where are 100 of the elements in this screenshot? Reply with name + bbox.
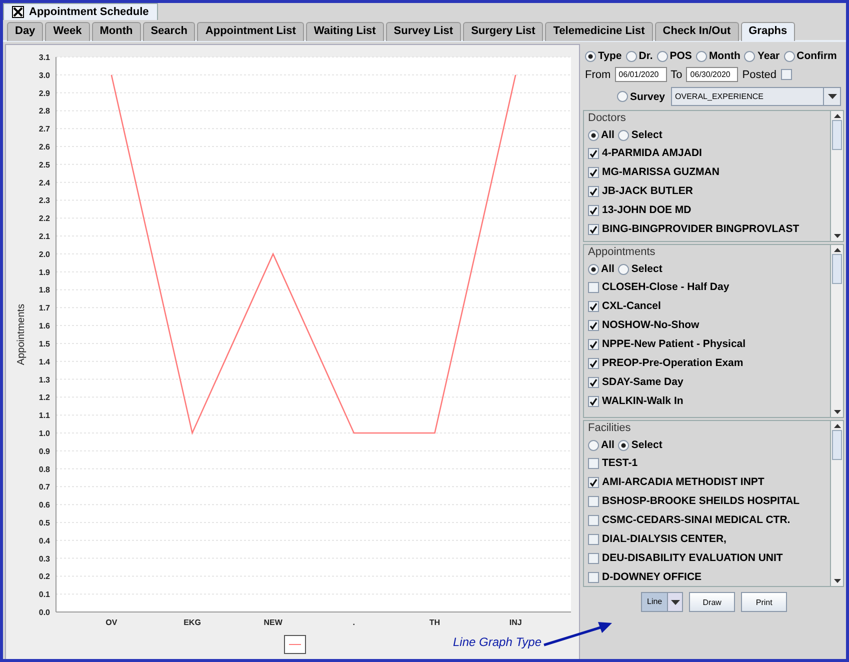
scrollbar-thumb[interactable] xyxy=(832,254,842,284)
y-tick-label: 1.2 xyxy=(38,393,50,402)
x-tick-label: TH xyxy=(429,618,440,627)
y-tick-label: 0.7 xyxy=(38,482,50,492)
graph-type-dropdown[interactable]: Line xyxy=(641,592,684,612)
action-button[interactable]: Draw xyxy=(689,592,736,612)
to-date-field[interactable]: 06/30/2020 xyxy=(686,67,738,82)
y-tick-label: 1.3 xyxy=(38,375,50,384)
checkmark-icon xyxy=(589,378,598,386)
y-tick-label: 2.6 xyxy=(38,142,50,152)
radio-button[interactable]: Select xyxy=(618,439,662,451)
y-tick-label: 1.4 xyxy=(38,357,50,366)
checkbox-item[interactable]: PREOP-Pre-Operation Exam xyxy=(588,356,826,370)
list-title: Appointments xyxy=(588,246,656,258)
action-button[interactable]: Print xyxy=(741,592,788,612)
from-label: From xyxy=(585,68,611,80)
scroll-up-icon[interactable] xyxy=(834,424,840,428)
tab[interactable]: Telemedicine List xyxy=(545,22,653,41)
checkbox-item[interactable]: BSHOSP-BROOKE SHEILDS HOSPITAL xyxy=(588,494,826,508)
y-tick-label: 1.5 xyxy=(38,339,50,348)
scrollbar[interactable] xyxy=(830,421,843,586)
close-icon[interactable] xyxy=(12,6,24,18)
checkbox-item[interactable]: NOSHOW-No-Show xyxy=(588,318,826,332)
checkmark-icon xyxy=(589,186,598,196)
annotation-arrow xyxy=(542,619,614,649)
checkmark-icon xyxy=(589,148,598,158)
checkbox-item[interactable]: D-DOWNEY OFFICE xyxy=(588,570,826,584)
tab[interactable]: Surgery List xyxy=(463,22,544,41)
radio-button[interactable]: Month xyxy=(696,50,740,62)
scrollbar[interactable] xyxy=(830,245,843,417)
x-tick-label: EKG xyxy=(184,618,201,627)
tab[interactable]: Week xyxy=(45,22,90,41)
tab[interactable]: Check In/Out xyxy=(654,22,739,41)
scrollbar[interactable] xyxy=(830,111,843,241)
y-tick-label: 2.3 xyxy=(38,196,50,206)
x-tick-label: OV xyxy=(106,618,118,627)
checkmark-icon xyxy=(589,396,598,406)
dropdown-caret-icon[interactable] xyxy=(667,593,682,611)
radio-button[interactable]: Type xyxy=(585,50,622,62)
checkbox-item[interactable]: SDAY-Same Day xyxy=(588,375,826,389)
checkbox-item[interactable]: CSMC-CEDARS-SINAI MEDICAL CTR. xyxy=(588,513,826,527)
checkbox-item[interactable]: DIAL-DIALYSIS CENTER, xyxy=(588,532,826,546)
y-tick-label: 3.0 xyxy=(38,70,50,80)
y-tick-label: 1.0 xyxy=(38,428,50,438)
scrollbar-thumb[interactable] xyxy=(832,430,842,460)
tab[interactable]: Graphs xyxy=(740,22,796,41)
scroll-down-icon[interactable] xyxy=(834,579,840,583)
y-tick-label: 1.8 xyxy=(38,286,50,295)
checkbox-item[interactable]: DEU-DISABILITY EVALUATION UNIT xyxy=(588,551,826,565)
radio-button[interactable]: All xyxy=(588,263,614,275)
checkbox-item[interactable]: 13-JOHN DOE MD xyxy=(588,203,826,217)
radio-button[interactable]: Confirm xyxy=(784,50,837,62)
checkbox-item[interactable]: TEST-1 xyxy=(588,456,826,470)
scrollbar-thumb[interactable] xyxy=(832,120,842,150)
radio-button[interactable]: All xyxy=(588,129,614,141)
checkmark-icon xyxy=(589,224,598,234)
scroll-up-icon[interactable] xyxy=(834,248,840,252)
checkmark-icon xyxy=(589,168,598,176)
tab[interactable]: Appointment List xyxy=(197,22,304,41)
radio-button[interactable]: All xyxy=(588,439,614,451)
checkbox-item[interactable]: JB-JACK BUTLER xyxy=(588,184,826,198)
annotation-text: Line Graph Type xyxy=(453,635,542,651)
tab[interactable]: Waiting List xyxy=(306,22,384,41)
checkbox-item[interactable]: CLOSEH-Close - Half Day xyxy=(588,280,826,294)
y-tick-label: 0.6 xyxy=(38,500,50,510)
checkbox-item[interactable]: CXL-Cancel xyxy=(588,299,826,313)
y-tick-label: 2.1 xyxy=(38,232,50,242)
y-tick-label: 0.0 xyxy=(38,608,50,617)
radio-button[interactable]: Select xyxy=(618,129,662,141)
tab[interactable]: Month xyxy=(92,22,141,41)
window-title-tab[interactable]: Appointment Schedule xyxy=(3,3,158,20)
radio-button[interactable]: Select xyxy=(618,263,662,275)
to-label: To xyxy=(670,68,682,80)
list-title: Facilities xyxy=(588,422,632,434)
checkbox-item[interactable]: MG-MARISSA GUZMAN xyxy=(588,165,826,179)
y-tick-label: 1.7 xyxy=(38,304,50,313)
checkbox-item[interactable]: NPPE-New Patient - Physical xyxy=(588,337,826,351)
survey-dropdown[interactable]: OVERAL_EXPERIENCE xyxy=(671,87,842,106)
checkbox-item[interactable]: AMI-ARCADIA METHODIST INPT xyxy=(588,475,826,489)
scroll-up-icon[interactable] xyxy=(834,114,840,118)
posted-checkbox[interactable] xyxy=(780,69,792,80)
scroll-down-icon[interactable] xyxy=(834,234,840,238)
checkbox-item[interactable]: 4-PARMIDA AMJADI xyxy=(588,146,826,160)
tab[interactable]: Survey List xyxy=(386,22,462,41)
radio-button[interactable]: POS xyxy=(656,50,692,62)
y-tick-label: 0.8 xyxy=(38,464,50,474)
radio-button[interactable]: Year xyxy=(744,50,780,62)
from-date-field[interactable]: 06/01/2020 xyxy=(614,67,667,82)
tab[interactable]: Day xyxy=(7,22,44,41)
x-tick-label: . xyxy=(352,618,356,627)
checkbox-item[interactable]: BING-BINGPROVIDER BINGPROVLAST xyxy=(588,222,826,236)
checkbox-item[interactable]: WALKIN-Walk In xyxy=(588,394,826,408)
scroll-down-icon[interactable] xyxy=(834,410,840,414)
checkmark-icon xyxy=(589,358,598,368)
tab[interactable]: Search xyxy=(142,22,196,41)
checkmark-icon xyxy=(589,302,598,310)
checkmark-icon xyxy=(589,340,598,348)
checkmark-icon xyxy=(589,478,598,486)
radio-button[interactable]: Dr. xyxy=(626,50,653,62)
survey-radio-button[interactable]: Survey xyxy=(617,90,666,102)
